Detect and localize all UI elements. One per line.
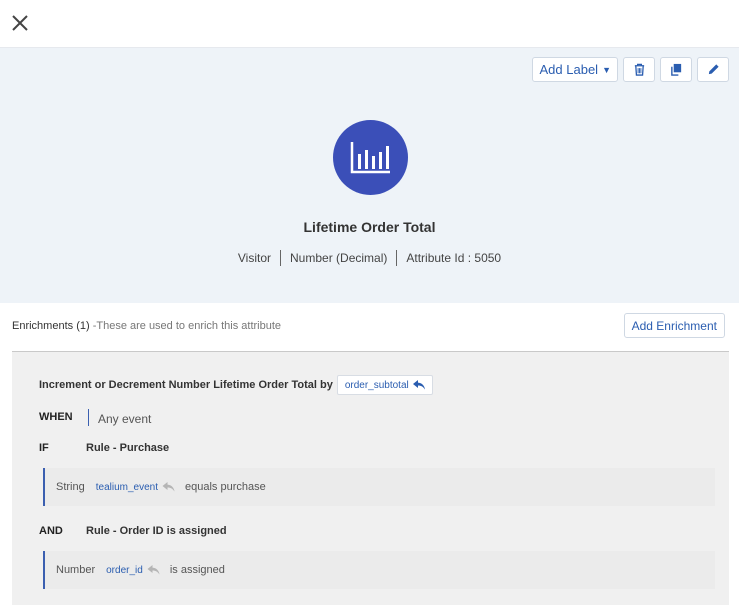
condition-variable[interactable]: order_id [106,565,143,576]
attribute-header: Add Label ▼ Lifetime Order Total Visitor… [0,48,739,303]
close-icon[interactable] [10,13,30,33]
if-keyword: IF [39,442,49,454]
variable-chip[interactable]: order_subtotal [336,375,433,395]
rule-name[interactable]: Rule - Order ID is assigned [86,525,227,537]
edit-button[interactable] [697,57,729,82]
top-bar [0,0,739,48]
divider [88,409,89,426]
rule-condition: String tealium_event equals purchase [43,468,715,506]
add-label-text: Add Label [539,62,599,77]
reply-icon [162,482,175,492]
condition-type: String [56,481,85,493]
rule-name[interactable]: Rule - Purchase [86,442,169,454]
copy-icon [670,63,681,76]
attribute-scope: Visitor [237,251,272,265]
delete-button[interactable] [623,57,655,82]
condition-operator: equals purchase [185,481,266,493]
condition-variable[interactable]: tealium_event [96,482,158,493]
condition-operator: is assigned [169,564,225,576]
attribute-avatar [333,120,408,195]
trash-icon [634,63,644,76]
enrichments-heading: Enrichments (1) -These are used to enric… [12,320,281,332]
and-keyword: AND [39,525,63,537]
chevron-down-icon: ▼ [602,64,611,75]
when-keyword: WHEN [39,411,73,423]
attribute-meta: Visitor Number (Decimal) Attribute Id : … [0,250,739,266]
enrichment-description: Increment or Decrement Number Lifetime O… [39,375,433,395]
enrichments-title: Enrichments (1) [12,320,90,332]
pencil-icon [708,64,719,75]
rule-condition: Number order_id is assigned [43,551,715,589]
enrichment-card[interactable]: Increment or Decrement Number Lifetime O… [12,351,729,605]
when-value: Any event [98,412,152,426]
add-enrichment-button[interactable]: Add Enrichment [623,313,725,338]
toolbar: Add Label ▼ [531,57,729,82]
reply-icon [412,380,425,390]
copy-button[interactable] [660,57,692,82]
reply-icon [147,565,160,575]
attribute-id: Attribute Id : 5050 [406,251,502,265]
add-label-button[interactable]: Add Label ▼ [531,57,618,82]
enrichment-action-text: Increment or Decrement Number Lifetime O… [39,379,333,391]
attribute-type: Number (Decimal) [290,251,388,265]
condition-type: Number [56,564,96,576]
enrichments-subtitle: -These are used to enrich this attribute [89,320,282,332]
bar-chart-icon [350,141,390,173]
variable-name: order_subtotal [344,379,409,391]
attribute-title: Lifetime Order Total [303,219,436,235]
